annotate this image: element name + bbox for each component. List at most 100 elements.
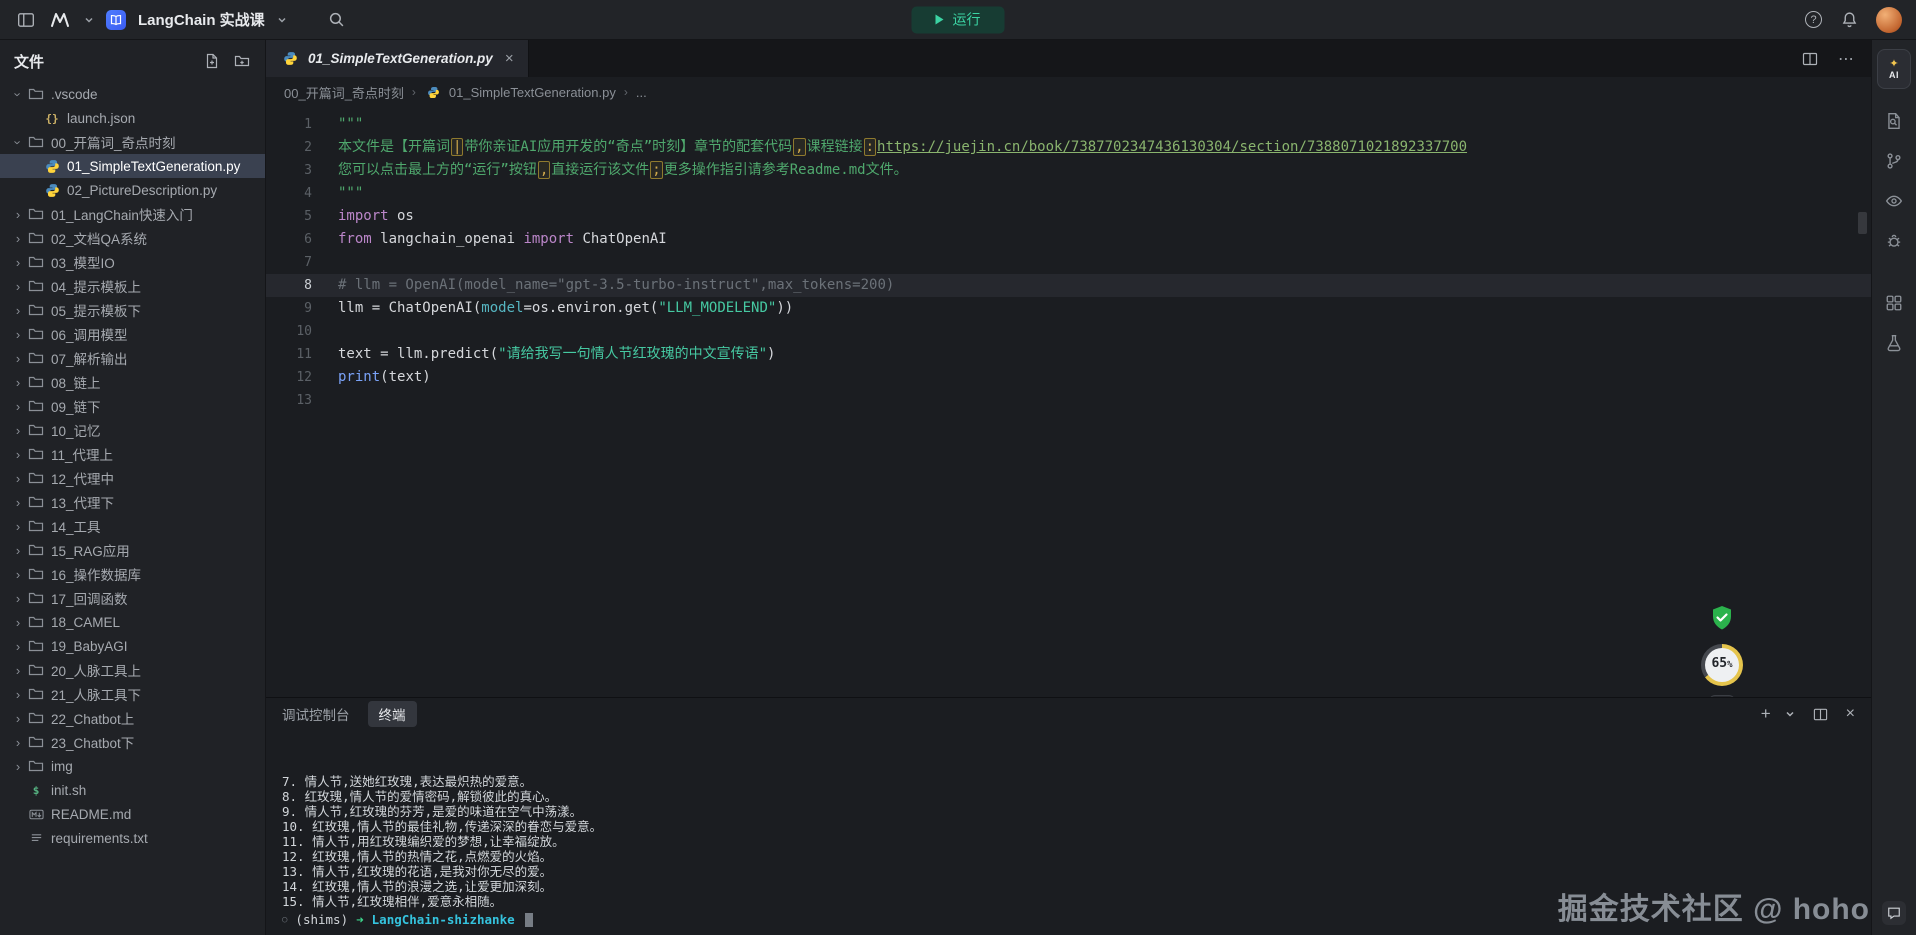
ai-assistant-button[interactable]: ✦ AI <box>1877 49 1911 89</box>
tree-file[interactable]: requirements.txt <box>0 826 265 850</box>
tree-file[interactable]: 01_SimpleTextGeneration.py <box>0 154 265 178</box>
tree-folder[interactable]: ›08_链上 <box>0 370 265 394</box>
tree-folder[interactable]: ›17_回调函数 <box>0 586 265 610</box>
tree-folder[interactable]: ›14_工具 <box>0 514 265 538</box>
chevron-icon[interactable]: › <box>10 591 26 606</box>
chevron-icon[interactable]: › <box>10 495 26 510</box>
tree-folder[interactable]: ›13_代理下 <box>0 490 265 514</box>
breadcrumb-more[interactable]: ... <box>636 85 647 100</box>
extensions-grid-icon[interactable] <box>1881 290 1907 316</box>
help-icon[interactable]: ? <box>1805 11 1822 28</box>
chevron-icon[interactable]: › <box>10 711 26 726</box>
chevron-icon[interactable]: › <box>10 423 26 438</box>
code-line[interactable]: 6from langchain_openai import ChatOpenAI <box>266 228 1871 251</box>
code-line[interactable]: 10 <box>266 320 1871 343</box>
run-button[interactable]: 运行 <box>912 6 1005 33</box>
code-line[interactable]: 12print(text) <box>266 366 1871 389</box>
tab-debug-console[interactable]: 调试控制台 <box>282 704 350 724</box>
tree-folder[interactable]: ›img <box>0 754 265 778</box>
chevron-icon[interactable]: › <box>10 447 26 462</box>
chevron-icon[interactable]: › <box>10 303 26 318</box>
terminal-dropdown-chevron-icon[interactable] <box>1784 702 1796 726</box>
split-editor-icon[interactable] <box>1798 47 1822 71</box>
chevron-icon[interactable]: › <box>10 615 26 630</box>
tree-file[interactable]: 02_PictureDescription.py <box>0 178 265 202</box>
user-avatar[interactable] <box>1876 7 1902 33</box>
tree-folder[interactable]: ›22_Chatbot上 <box>0 706 265 730</box>
code-line[interactable]: 3您可以点击最上方的“运行”按钮,直接运行该文件;更多操作指引请参考Readme… <box>266 159 1871 182</box>
new-terminal-icon[interactable]: + <box>1761 704 1771 724</box>
tree-folder[interactable]: ›12_代理中 <box>0 466 265 490</box>
new-file-icon[interactable] <box>203 52 221 70</box>
code-line[interactable]: 9llm = ChatOpenAI(model=os.environ.get("… <box>266 297 1871 320</box>
tree-folder[interactable]: ›16_操作数据库 <box>0 562 265 586</box>
chevron-icon[interactable]: › <box>10 687 26 702</box>
more-actions-icon[interactable]: ⋯ <box>1838 49 1855 69</box>
code-link[interactable]: https://juejin.cn/book/73877023474361303… <box>877 139 1467 155</box>
tree-file[interactable]: {}launch.json <box>0 106 265 130</box>
tree-folder[interactable]: ›06_调用模型 <box>0 322 265 346</box>
new-folder-icon[interactable] <box>233 52 251 70</box>
chevron-icon[interactable]: › <box>10 351 26 366</box>
breadcrumb-file[interactable]: 01_SimpleTextGeneration.py <box>424 85 616 100</box>
code-line[interactable]: 7 <box>266 251 1871 274</box>
chevron-icon[interactable]: › <box>10 567 26 582</box>
chevron-icon[interactable]: › <box>10 471 26 486</box>
tab-close-icon[interactable]: × <box>505 50 514 67</box>
chevron-icon[interactable]: › <box>11 134 26 150</box>
notifications-bell-icon[interactable] <box>1837 8 1861 32</box>
code-line[interactable]: 4""" <box>266 182 1871 205</box>
workspace-chevron-down-icon[interactable] <box>275 8 289 32</box>
tree-folder[interactable]: ›00_开篇词_奇点时刻 <box>0 130 265 154</box>
logo-chevron-down-icon[interactable] <box>82 8 96 32</box>
tree-folder[interactable]: ›02_文档QA系统 <box>0 226 265 250</box>
chevron-icon[interactable]: › <box>10 399 26 414</box>
chevron-icon[interactable]: › <box>10 279 26 294</box>
chevron-icon[interactable]: › <box>10 231 26 246</box>
tree-folder[interactable]: ›21_人脉工具下 <box>0 682 265 706</box>
marscode-logo[interactable] <box>48 8 72 32</box>
close-panel-icon[interactable]: × <box>1846 705 1855 723</box>
editor-tab[interactable]: 01_SimpleTextGeneration.py × <box>266 40 529 77</box>
toggle-sidebar-icon[interactable] <box>14 8 38 32</box>
search-icon[interactable] <box>325 8 349 32</box>
code-line[interactable]: 2本文件是【开篇词|带你亲证AI应用开发的“奇点”时刻】章节的配套代码,课程链接… <box>266 136 1871 159</box>
tree-file[interactable]: README.md <box>0 802 265 826</box>
chevron-icon[interactable]: › <box>10 375 26 390</box>
lab-flask-icon[interactable] <box>1881 330 1907 356</box>
breadcrumb-folder[interactable]: 00_开篇词_奇点时刻 <box>284 83 404 102</box>
chevron-icon[interactable]: › <box>10 519 26 534</box>
tree-folder[interactable]: ›01_LangChain快速入门 <box>0 202 265 226</box>
tree-file[interactable]: $init.sh <box>0 778 265 802</box>
tree-folder[interactable]: ›09_链下 <box>0 394 265 418</box>
tab-terminal[interactable]: 终端 <box>368 701 417 727</box>
tree-folder[interactable]: ›18_CAMEL <box>0 610 265 634</box>
editor-scrollbar-thumb[interactable] <box>1858 212 1867 234</box>
tree-folder[interactable]: ›10_记忆 <box>0 418 265 442</box>
code-line[interactable]: 8# llm = OpenAI(model_name="gpt-3.5-turb… <box>266 274 1871 297</box>
tree-folder[interactable]: ›03_模型IO <box>0 250 265 274</box>
chevron-icon[interactable]: › <box>10 207 26 222</box>
feedback-chat-icon[interactable] <box>1882 901 1906 925</box>
tree-folder[interactable]: ›04_提示模板上 <box>0 274 265 298</box>
tree-folder[interactable]: ›11_代理上 <box>0 442 265 466</box>
file-search-icon[interactable] <box>1881 108 1907 134</box>
tree-folder[interactable]: ›.vscode <box>0 82 265 106</box>
tree-folder[interactable]: ›15_RAG应用 <box>0 538 265 562</box>
code-editor[interactable]: 1"""2本文件是【开篇词|带你亲证AI应用开发的“奇点”时刻】章节的配套代码,… <box>266 107 1871 697</box>
chevron-icon[interactable]: › <box>10 759 26 774</box>
shield-check-icon[interactable] <box>1710 605 1734 635</box>
code-line[interactable]: 5import os <box>266 205 1871 228</box>
code-line[interactable]: 11text = llm.predict("请给我写一句情人节红玫瑰的中文宣传语… <box>266 343 1871 366</box>
tree-folder[interactable]: ›20_人脉工具上 <box>0 658 265 682</box>
split-panel-icon[interactable] <box>1809 702 1833 726</box>
score-ring[interactable]: 65% <box>1701 644 1743 686</box>
tree-folder[interactable]: ›07_解析输出 <box>0 346 265 370</box>
source-control-branch-icon[interactable] <box>1881 148 1907 174</box>
code-line[interactable]: 13 <box>266 389 1871 412</box>
chevron-icon[interactable]: › <box>10 327 26 342</box>
chevron-icon[interactable]: › <box>10 639 26 654</box>
chevron-icon[interactable]: › <box>11 86 26 102</box>
tree-folder[interactable]: ›19_BabyAGI <box>0 634 265 658</box>
tree-folder[interactable]: ›23_Chatbot下 <box>0 730 265 754</box>
